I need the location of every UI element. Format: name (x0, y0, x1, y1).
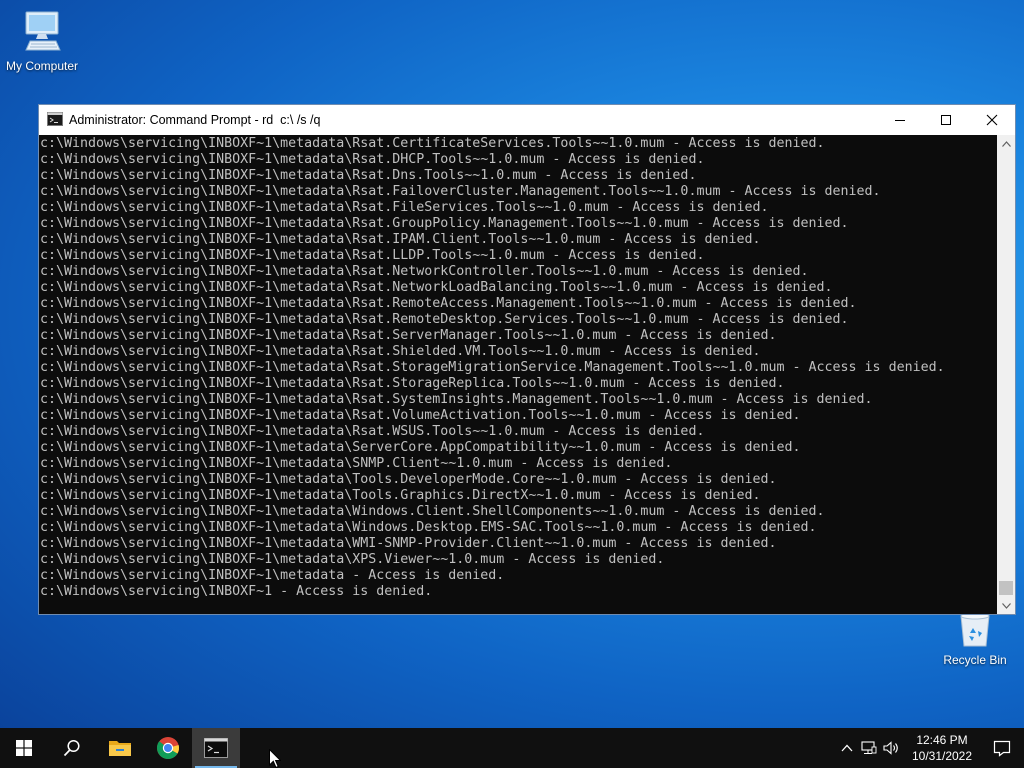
console-line: c:\Windows\servicing\INBOXF~1\metadata\R… (40, 216, 849, 231)
console-output[interactable]: c:\Windows\servicing\INBOXF~1\metadata\R… (39, 135, 997, 614)
console-line: c:\Windows\servicing\INBOXF~1\metadata\S… (40, 456, 673, 471)
console-line: c:\Windows\servicing\INBOXF~1\metadata -… (40, 568, 505, 583)
maximize-button[interactable] (923, 105, 969, 135)
desktop-icon-my-computer[interactable]: My Computer (0, 8, 84, 73)
my-computer-label: My Computer (5, 59, 79, 73)
chevron-down-icon (1001, 602, 1011, 609)
console-line: c:\Windows\servicing\INBOXF~1\metadata\R… (40, 168, 697, 183)
chevron-up-icon (1001, 140, 1011, 147)
desktop-icon-recycle-bin[interactable]: Recycle Bin (933, 612, 1017, 667)
windows-start-icon (16, 740, 32, 756)
console-line: c:\Windows\servicing\INBOXF~1\metadata\R… (40, 232, 761, 247)
start-button[interactable] (0, 728, 48, 768)
console-line: c:\Windows\servicing\INBOXF~1\metadata\R… (40, 344, 761, 359)
scroll-thumb[interactable] (999, 581, 1013, 595)
console-line: c:\Windows\servicing\INBOXF~1\metadata\R… (40, 376, 785, 391)
console-line: c:\Windows\servicing\INBOXF~1\metadata\R… (40, 392, 873, 407)
taskbar: 12:46 PM 10/31/2022 (0, 728, 1024, 768)
mouse-cursor-icon (269, 749, 281, 768)
maximize-icon (941, 115, 951, 125)
close-button[interactable] (969, 105, 1015, 135)
network-button[interactable] (858, 728, 880, 768)
console-line: c:\Windows\servicing\INBOXF~1\metadata\R… (40, 184, 881, 199)
scroll-up-button[interactable] (997, 135, 1015, 152)
notification-center-button[interactable] (980, 728, 1024, 768)
console-line: c:\Windows\servicing\INBOXF~1\metadata\R… (40, 312, 849, 327)
console-line: c:\Windows\servicing\INBOXF~1\metadata\R… (40, 424, 705, 439)
console-line: c:\Windows\servicing\INBOXF~1\metadata\R… (40, 248, 705, 263)
clock-time: 12:46 PM (916, 733, 968, 747)
file-explorer-button[interactable] (96, 728, 144, 768)
console-line: c:\Windows\servicing\INBOXF~1\metadata\R… (40, 328, 777, 343)
console-line: c:\Windows\servicing\INBOXF~1\metadata\R… (40, 264, 809, 279)
clock[interactable]: 12:46 PM 10/31/2022 (904, 732, 980, 764)
console-line: c:\Windows\servicing\INBOXF~1\metadata\R… (40, 360, 945, 375)
volume-icon (883, 741, 898, 755)
recycle-bin-icon (960, 612, 990, 647)
console-line: c:\Windows\servicing\INBOXF~1\metadata\W… (40, 536, 777, 551)
console-line: c:\Windows\servicing\INBOXF~1\metadata\R… (40, 296, 857, 311)
vertical-scrollbar[interactable] (997, 135, 1015, 614)
chevron-up-icon (841, 744, 853, 752)
console-line: c:\Windows\servicing\INBOXF~1\metadata\R… (40, 136, 825, 151)
clock-date: 10/31/2022 (911, 749, 973, 763)
command-prompt-icon (204, 738, 228, 758)
file-explorer-icon (109, 741, 131, 756)
minimize-button[interactable] (877, 105, 923, 135)
cmd-icon (47, 111, 63, 130)
window-title: Administrator: Command Prompt - rd c:\ /… (69, 113, 321, 127)
console-line: c:\Windows\servicing\INBOXF~1\metadata\T… (40, 472, 777, 487)
chrome-button[interactable] (144, 728, 192, 768)
console-line: c:\Windows\servicing\INBOXF~1\metadata\R… (40, 152, 705, 167)
notification-icon (993, 740, 1011, 757)
command-prompt-button[interactable] (192, 728, 240, 768)
console-line: c:\Windows\servicing\INBOXF~1\metadata\X… (40, 552, 665, 567)
command-prompt-window[interactable]: Administrator: Command Prompt - rd c:\ /… (38, 104, 1016, 615)
computer-icon (25, 11, 61, 51)
scroll-down-button[interactable] (997, 597, 1015, 614)
network-icon (861, 741, 877, 754)
search-icon (63, 739, 80, 757)
console-line: c:\Windows\servicing\INBOXF~1\metadata\R… (40, 280, 833, 295)
console-line: c:\Windows\servicing\INBOXF~1\metadata\W… (40, 520, 817, 535)
minimize-icon (895, 120, 905, 121)
search-button[interactable] (48, 728, 96, 768)
console-line: c:\Windows\servicing\INBOXF~1\metadata\R… (40, 200, 769, 215)
volume-button[interactable] (880, 728, 902, 768)
show-hidden-icons-button[interactable] (836, 728, 858, 768)
title-bar[interactable]: Administrator: Command Prompt - rd c:\ /… (39, 105, 1015, 135)
console-line: c:\Windows\servicing\INBOXF~1\metadata\T… (40, 488, 761, 503)
chrome-icon (156, 737, 180, 759)
console-line: c:\Windows\servicing\INBOXF~1\metadata\W… (40, 504, 825, 519)
console-line: c:\Windows\servicing\INBOXF~1\metadata\R… (40, 408, 801, 423)
recycle-bin-label: Recycle Bin (943, 653, 1007, 667)
console-line: c:\Windows\servicing\INBOXF~1\metadata\S… (40, 440, 801, 455)
system-tray: 12:46 PM 10/31/2022 (836, 728, 1024, 768)
close-icon (986, 114, 998, 126)
console-line: c:\Windows\servicing\INBOXF~1 - Access i… (40, 584, 433, 599)
